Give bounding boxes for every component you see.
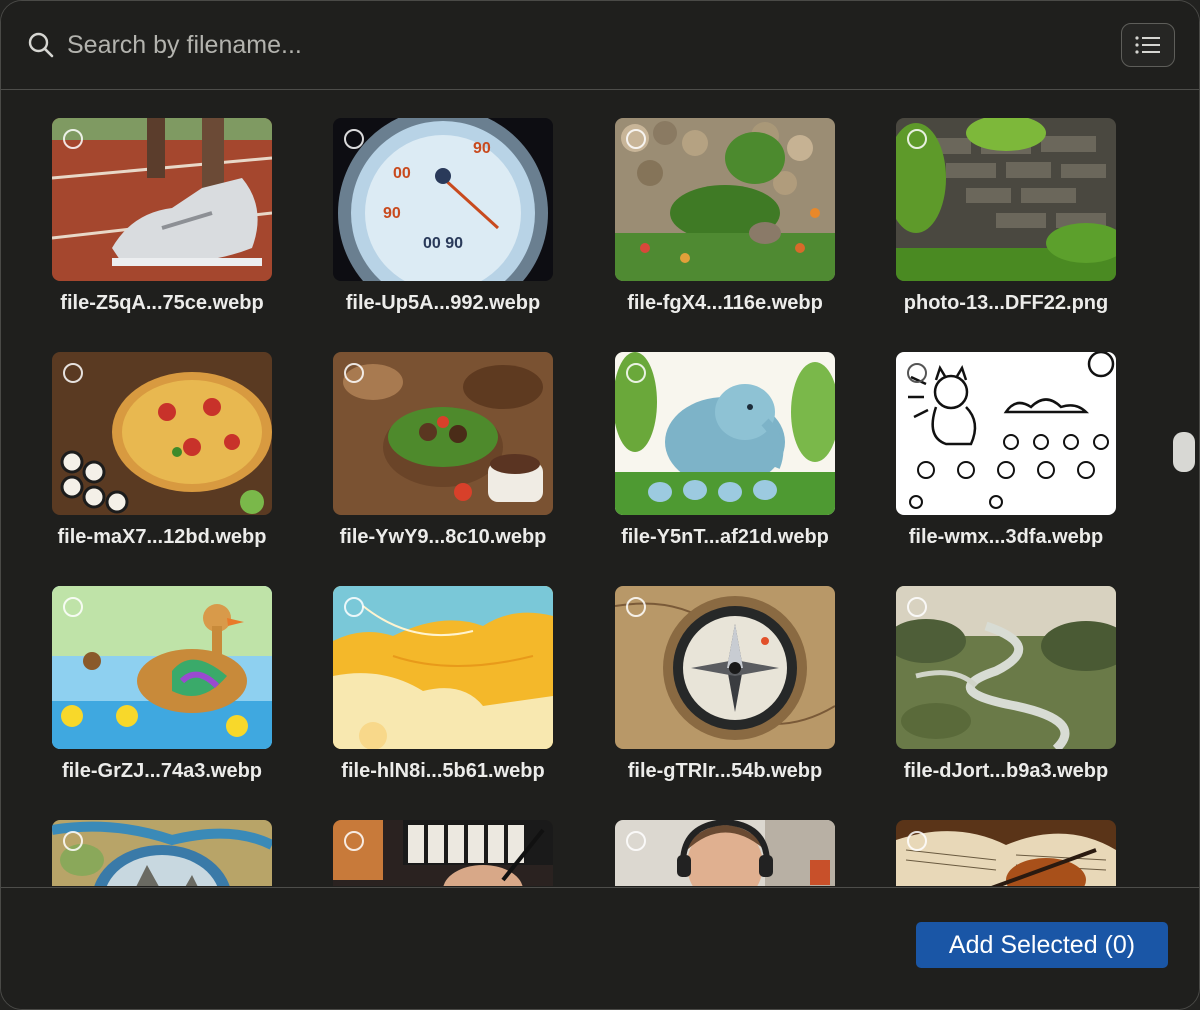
select-circle-icon[interactable] xyxy=(626,129,646,149)
file-name: file-fgX4...116e.webp xyxy=(627,292,823,314)
file-name: file-GrZJ...74a3.webp xyxy=(61,760,263,782)
thumbnail-image-river-valley xyxy=(896,586,1116,749)
file-thumbnail[interactable] xyxy=(896,586,1116,749)
file-thumbnail[interactable] xyxy=(52,118,272,281)
thumbnail-image-compass xyxy=(615,586,835,749)
search-icon xyxy=(28,32,54,58)
thumbnail-image-elephants xyxy=(615,352,835,515)
file-tile[interactable]: file-gTRIr...54b.webp xyxy=(615,586,835,783)
file-thumbnail[interactable] xyxy=(333,352,553,515)
list-view-icon xyxy=(1135,36,1160,54)
file-thumbnail[interactable]: 00 90 90 00 90 xyxy=(333,118,553,281)
select-circle-icon[interactable] xyxy=(344,363,364,383)
file-thumbnail[interactable] xyxy=(615,118,835,281)
file-tile[interactable]: file-wmx...3dfa.webp xyxy=(896,352,1116,549)
file-tile[interactable]: photo-13...DFF22.png xyxy=(896,118,1116,315)
select-circle-icon[interactable] xyxy=(626,597,646,617)
file-thumbnail[interactable] xyxy=(615,820,835,886)
thumbnail-image-stopwatch: 00 90 90 00 90 xyxy=(333,118,553,281)
select-circle-icon[interactable] xyxy=(63,831,83,851)
file-name: photo-13...DFF22.png xyxy=(903,292,1109,314)
file-name: file-wmx...3dfa.webp xyxy=(908,526,1104,548)
select-circle-icon[interactable] xyxy=(907,597,927,617)
file-thumbnail[interactable] xyxy=(896,352,1116,515)
select-circle-icon[interactable] xyxy=(907,363,927,383)
thumbnail-image-salad-bowls xyxy=(333,352,553,515)
svg-text:00 90: 00 90 xyxy=(423,235,463,252)
select-circle-icon[interactable] xyxy=(63,597,83,617)
view-toggle-button[interactable] xyxy=(1121,23,1175,67)
file-name: file-Z5qA...75ce.webp xyxy=(60,292,264,314)
select-circle-icon[interactable] xyxy=(907,831,927,851)
file-name: file-YwY9...8c10.webp xyxy=(339,526,547,548)
file-thumbnail[interactable] xyxy=(333,586,553,749)
file-thumbnail[interactable] xyxy=(52,820,272,886)
svg-text:00: 00 xyxy=(393,165,411,182)
thumbnail-image-sneakers xyxy=(52,118,272,281)
file-name: file-maX7...12bd.webp xyxy=(57,526,267,548)
select-circle-icon[interactable] xyxy=(907,129,927,149)
file-tile[interactable]: file-maX7...12bd.webp xyxy=(52,352,272,549)
svg-text:90: 90 xyxy=(473,140,491,157)
thumbnail-image-globe-mountains xyxy=(52,820,272,886)
select-circle-icon[interactable] xyxy=(344,129,364,149)
thumbnail-image-brick-wall-ivy xyxy=(896,118,1116,281)
file-name: file-dJort...b9a3.webp xyxy=(903,760,1109,782)
file-thumbnail[interactable] xyxy=(896,820,1116,886)
file-thumbnail[interactable] xyxy=(615,352,835,515)
file-thumbnail[interactable] xyxy=(52,586,272,749)
file-tile[interactable]: file-Z5qA...75ce.webp xyxy=(52,118,272,315)
thumbnail-image-ducks xyxy=(52,586,272,749)
file-tile[interactable] xyxy=(896,820,1116,886)
file-thumbnail[interactable] xyxy=(615,586,835,749)
file-tile[interactable] xyxy=(333,820,553,886)
file-tile[interactable]: file-fgX4...116e.webp xyxy=(615,118,835,315)
thumbnail-image-stone-wall-garden xyxy=(615,118,835,281)
file-name: file-Y5nT...af21d.webp xyxy=(621,526,829,548)
thumbnail-image-piano-writing xyxy=(333,820,553,886)
thumbnail-image-student-headphones xyxy=(615,820,835,886)
file-tile[interactable] xyxy=(52,820,272,886)
select-circle-icon[interactable] xyxy=(626,363,646,383)
search-input[interactable] xyxy=(67,25,1067,65)
file-tile[interactable]: file-Y5nT...af21d.webp xyxy=(615,352,835,549)
file-name: file-Up5A...992.webp xyxy=(345,292,541,314)
svg-text:90: 90 xyxy=(383,205,401,222)
thumbnail-image-cat-doodles xyxy=(896,352,1116,515)
file-tile[interactable]: file-GrZJ...74a3.webp xyxy=(52,586,272,783)
file-picker-dialog: file-Z5qA...75ce.webp 00 90 90 00 90 xyxy=(0,0,1200,1010)
file-tile[interactable] xyxy=(615,820,835,886)
dialog-footer: Add Selected (0) xyxy=(1,887,1199,1009)
file-tile[interactable]: file-YwY9...8c10.webp xyxy=(333,352,553,549)
thumbnail-image-yellow-map xyxy=(333,586,553,749)
file-thumbnail[interactable] xyxy=(52,352,272,515)
file-thumbnail[interactable] xyxy=(896,118,1116,281)
file-name: file-hlN8i...5b61.webp xyxy=(341,760,545,782)
file-name: file-gTRIr...54b.webp xyxy=(627,760,823,782)
scrollbar-thumb[interactable] xyxy=(1173,432,1195,472)
thumbnail-image-violin-sheet-music xyxy=(896,820,1116,886)
file-tile[interactable]: file-hlN8i...5b61.webp xyxy=(333,586,553,783)
add-selected-button[interactable]: Add Selected (0) xyxy=(916,922,1168,968)
thumbnail-image-pizza-sushi xyxy=(52,352,272,515)
search-bar xyxy=(1,1,1199,90)
select-circle-icon[interactable] xyxy=(626,831,646,851)
file-tile[interactable]: 00 90 90 00 90 file-Up5A...992.webp xyxy=(333,118,553,315)
file-thumbnail[interactable] xyxy=(333,820,553,886)
select-circle-icon[interactable] xyxy=(63,363,83,383)
select-circle-icon[interactable] xyxy=(344,597,364,617)
select-circle-icon[interactable] xyxy=(63,129,83,149)
file-tile[interactable]: file-dJort...b9a3.webp xyxy=(896,586,1116,783)
select-circle-icon[interactable] xyxy=(344,831,364,851)
file-grid: file-Z5qA...75ce.webp 00 90 90 00 90 fil… xyxy=(1,90,1199,886)
